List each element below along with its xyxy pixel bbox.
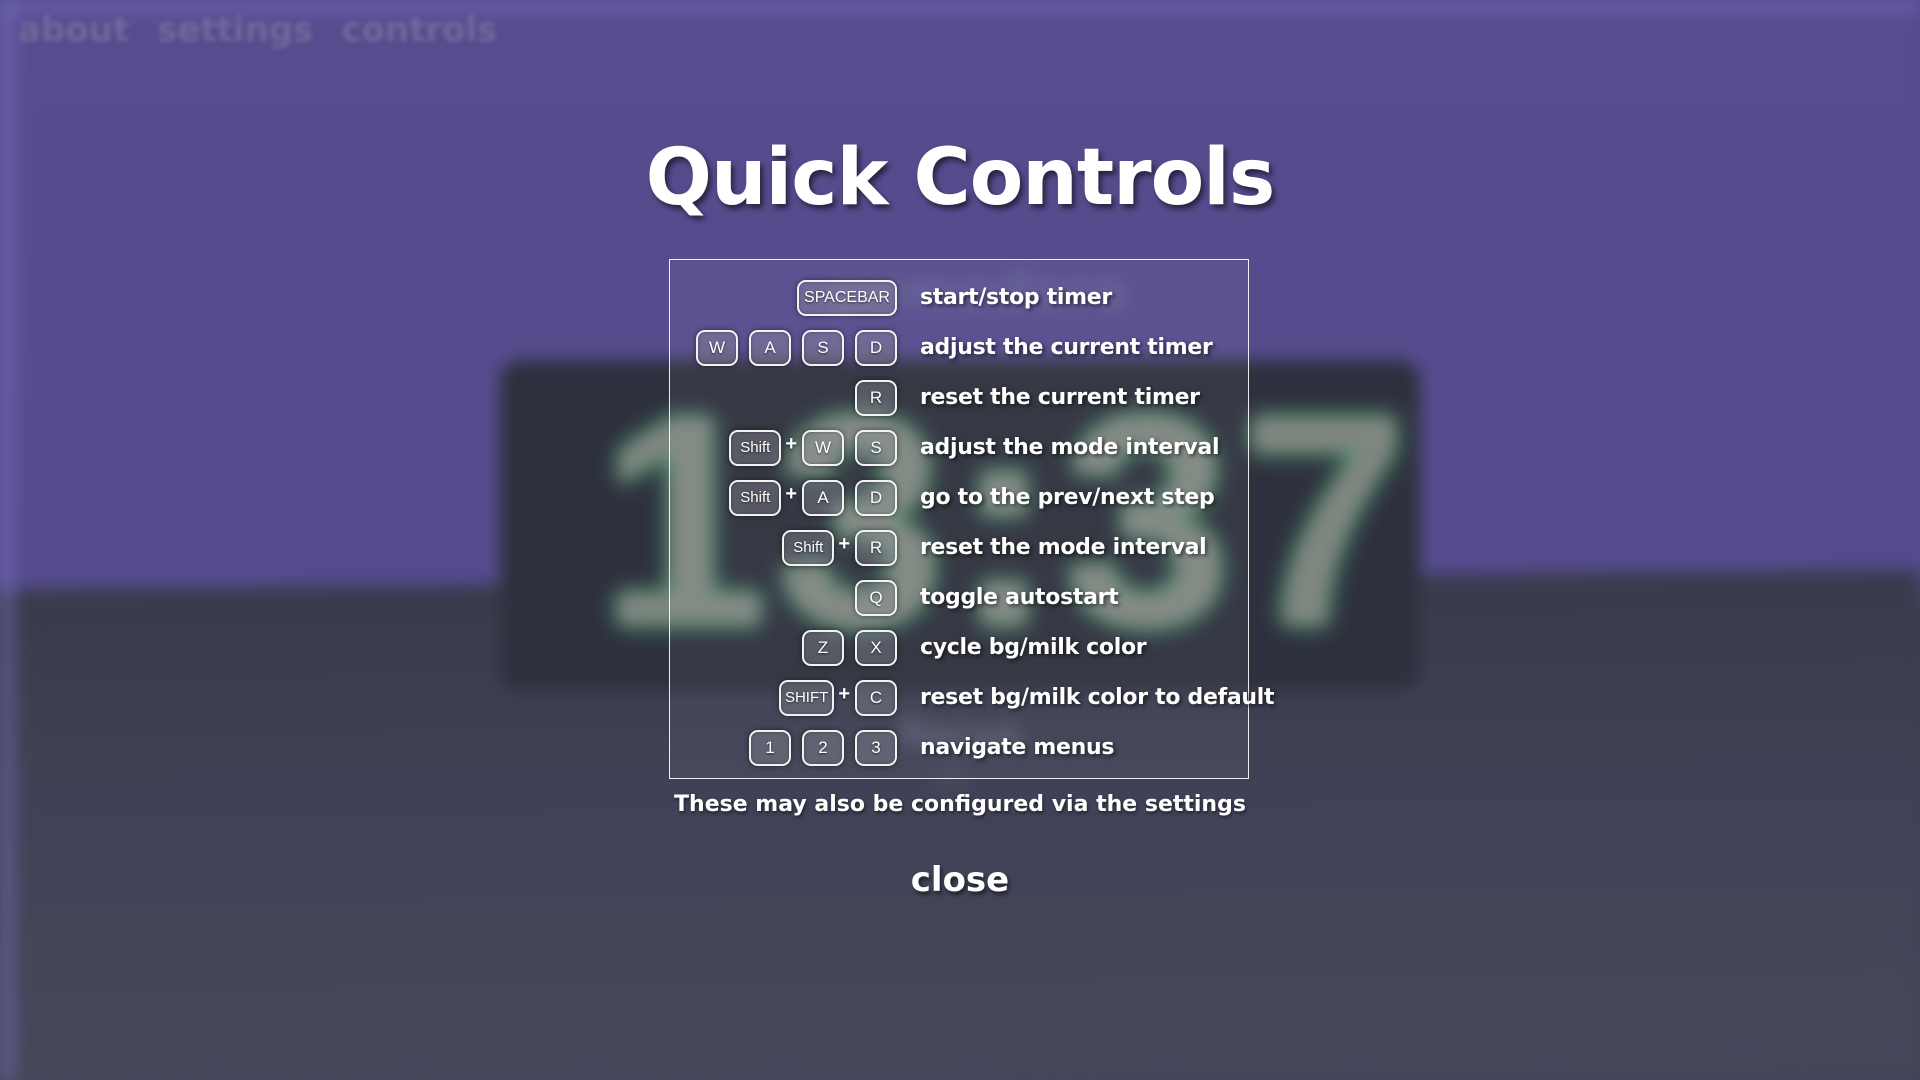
control-description: start/stop timer	[920, 285, 1112, 310]
control-row: Rreset the current timer	[670, 373, 1250, 423]
close-button[interactable]: close	[880, 856, 1040, 904]
keycap-2: 2	[802, 730, 844, 766]
plus-sign: +	[785, 483, 797, 505]
control-row: 1 2 3 navigate menus	[670, 723, 1250, 773]
control-row: Qtoggle autostart	[670, 573, 1250, 623]
control-description: go to the prev/next step	[920, 485, 1215, 510]
control-row: SHIFT + Creset bg/milk color to default	[670, 673, 1275, 723]
keycap-a: A	[802, 480, 844, 516]
modal-title: Quick Controls	[645, 133, 1276, 223]
control-description: reset bg/milk color to default	[920, 685, 1275, 710]
keycap-3: 3	[855, 730, 897, 766]
keycap-1: 1	[749, 730, 791, 766]
control-row: Shift + A Dgo to the prev/next step	[670, 473, 1250, 523]
control-description: adjust the mode interval	[920, 435, 1220, 460]
keycap-shift: Shift	[782, 530, 835, 566]
keycap-r: R	[855, 380, 897, 416]
control-row: Z Xcycle bg/milk color	[670, 623, 1250, 673]
keycap-d: D	[855, 480, 897, 516]
keycap-w: W	[696, 330, 738, 366]
key-combo: Shift + W S	[718, 423, 897, 473]
control-description: adjust the current timer	[920, 335, 1213, 360]
keycap-x: X	[855, 630, 897, 666]
keycap-z: Z	[802, 630, 844, 666]
key-combo: Shift + A D	[718, 473, 897, 523]
keycap-a: A	[749, 330, 791, 366]
keycap-w: W	[802, 430, 844, 466]
control-description: navigate menus	[920, 735, 1115, 760]
plus-sign: +	[785, 433, 797, 455]
plus-sign: +	[838, 683, 850, 705]
key-combo: SPACEBAR	[786, 273, 897, 323]
keycap-spacebar: SPACEBAR	[797, 280, 897, 316]
key-combo: SHIFT + C	[768, 673, 897, 723]
control-description: reset the mode interval	[920, 535, 1207, 560]
key-combo: Shift + R	[771, 523, 897, 573]
control-description: toggle autostart	[920, 585, 1119, 610]
keycap-c: C	[855, 680, 897, 716]
key-combo: WASD	[685, 323, 897, 373]
keycap-s: S	[855, 430, 897, 466]
keycap-q: Q	[855, 580, 897, 616]
keycap-r: R	[855, 530, 897, 566]
control-row: Shift + Rreset the mode interval	[670, 523, 1250, 573]
key-combo: Q	[844, 573, 897, 623]
settings-note: These may also be configured via the set…	[674, 792, 1246, 817]
control-row: Shift + W Sadjust the mode interval	[670, 423, 1250, 473]
keycap-shift: Shift	[729, 480, 782, 516]
key-combo: R	[844, 373, 897, 423]
controls-table: SPACEBAR start/stop timer W A S Dadjust the c…	[669, 259, 1275, 779]
keycap-d: D	[855, 330, 897, 366]
keycap-s: S	[802, 330, 844, 366]
keycap-shift: SHIFT	[778, 680, 835, 716]
key-combo: 123	[738, 723, 897, 773]
control-row: W A S Dadjust the current timer	[670, 323, 1250, 373]
keycap-shift: Shift	[729, 430, 782, 466]
control-description: reset the current timer	[920, 385, 1200, 410]
plus-sign: +	[838, 533, 850, 555]
key-combo: ZX	[791, 623, 897, 673]
control-row: SPACEBAR start/stop timer	[670, 273, 1250, 323]
control-description: cycle bg/milk color	[920, 635, 1147, 660]
